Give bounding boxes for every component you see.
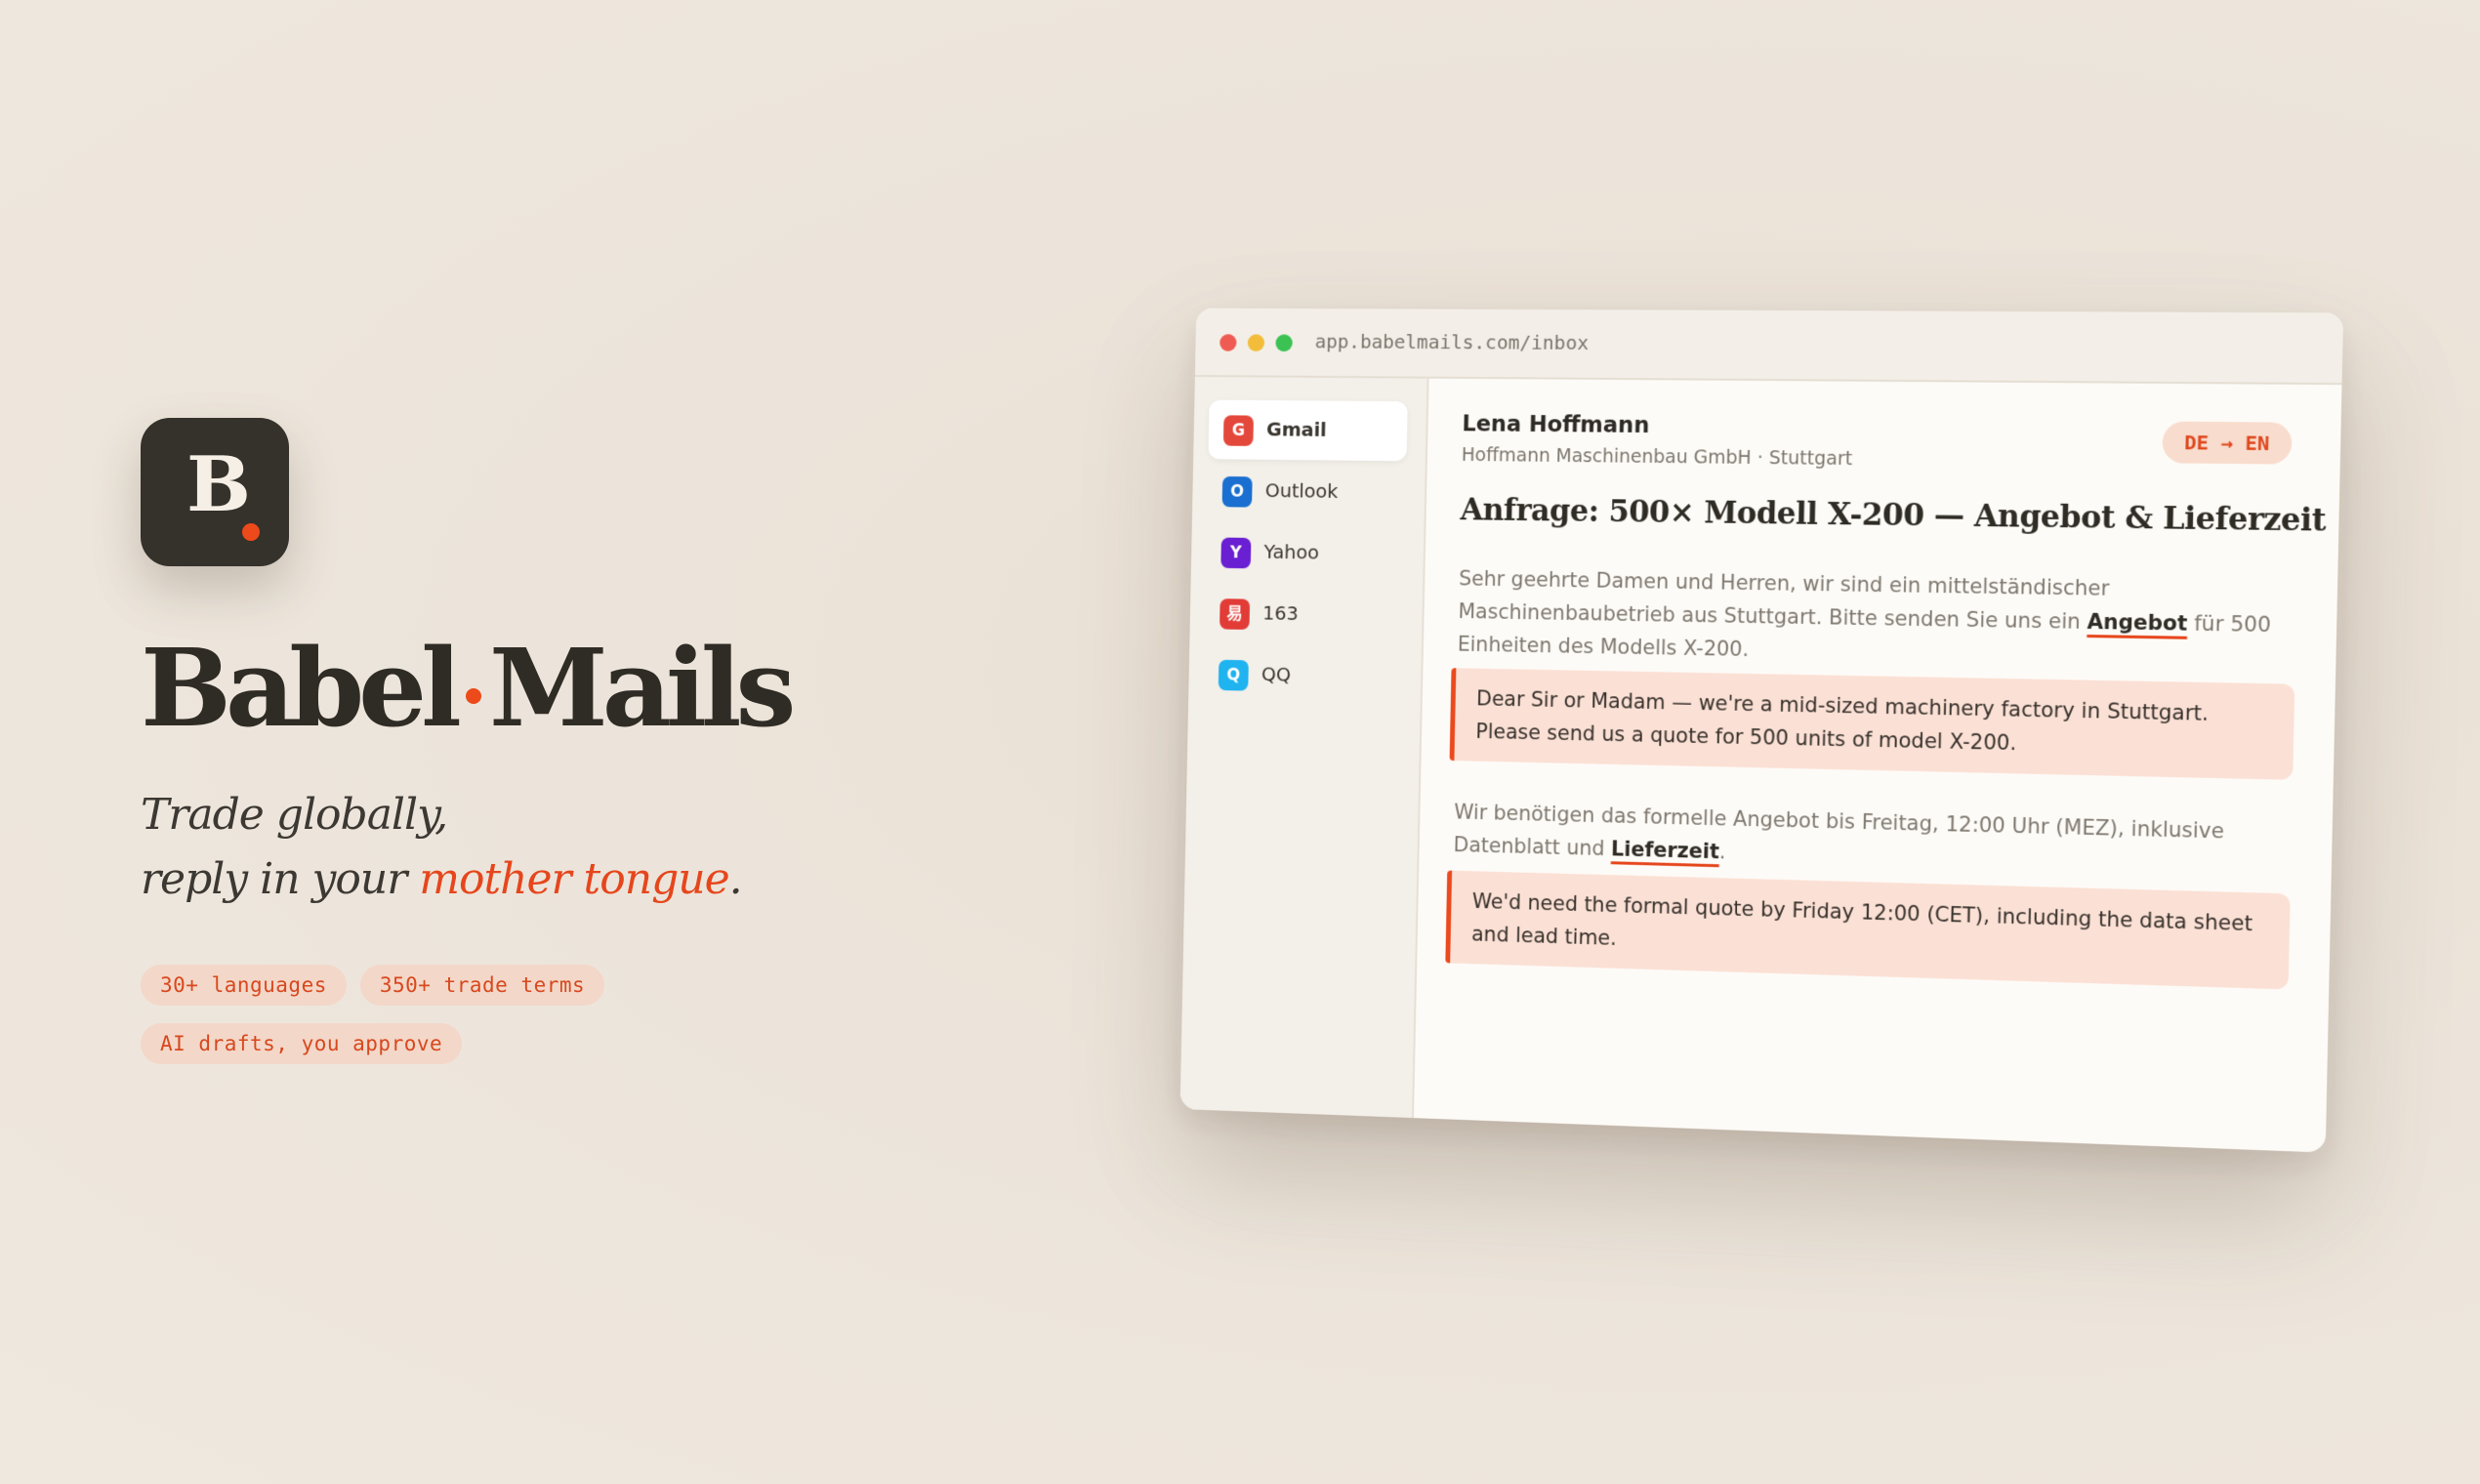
paragraph-text: . — [1719, 840, 1726, 863]
tagline-prefix: reply in your — [141, 854, 419, 904]
paragraph-text: Wir benötigen das formelle Angebot bis F… — [1453, 801, 2224, 861]
sender-name: Lena Hoffmann — [1462, 411, 1649, 438]
brand-dot — [466, 688, 481, 704]
brand-right: Mails — [489, 625, 791, 751]
account-sidebar: G Gmail O Outlook Y Yahoo 易 163 Q QQ — [1180, 377, 1429, 1118]
brand-left: Babel — [141, 625, 456, 751]
outlook-icon: O — [1222, 476, 1253, 508]
translation-block-1: Dear Sir or Madam — we're a mid-sized ma… — [1450, 668, 2295, 780]
sidebar-item-label: Outlook — [1265, 478, 1339, 502]
trade-term-lieferzeit[interactable]: Lieferzeit — [1611, 837, 1719, 863]
email-reader: Lena Hoffmann Hoffmann Maschinenbau GmbH… — [1414, 379, 2342, 1153]
qq-icon: Q — [1219, 660, 1249, 691]
sender-company: Hoffmann Maschinenbau GmbH · Stuttgart — [1462, 444, 1853, 470]
original-paragraph-1: Sehr geehrte Damen und Herren, wir sind … — [1458, 562, 2297, 677]
tagline: Trade globally, reply in your mother ton… — [141, 783, 742, 912]
browser-titlebar: app.babelmails.com/inbox — [1195, 309, 2343, 386]
sidebar-item-label: 163 — [1262, 601, 1299, 625]
app-icon: B — [141, 418, 289, 566]
maximize-window-dot[interactable] — [1275, 334, 1293, 351]
feature-pill-languages: 30+ languages — [141, 965, 347, 1006]
minimize-window-dot[interactable] — [1248, 334, 1265, 351]
sidebar-item-outlook[interactable]: O Outlook — [1207, 461, 1406, 522]
sidebar-item-label: Gmail — [1266, 418, 1327, 441]
sidebar-item-gmail[interactable]: G Gmail — [1208, 400, 1407, 462]
sidebar-item-qq[interactable]: Q QQ — [1203, 644, 1402, 708]
tagline-line2: reply in your mother tongue. — [141, 847, 742, 912]
app-icon-letter: B — [186, 447, 251, 523]
tagline-line1: Trade globally, — [141, 783, 742, 847]
address-bar-url[interactable]: app.babelmails.com/inbox — [1315, 330, 1590, 354]
gmail-icon: G — [1223, 415, 1254, 446]
language-direction-badge[interactable]: DE → EN — [2162, 422, 2293, 465]
close-window-dot[interactable] — [1219, 334, 1236, 351]
sidebar-item-label: Yahoo — [1263, 540, 1319, 563]
netease-163-icon: 易 — [1219, 598, 1250, 630]
email-subject: Anfrage: 500× Modell X-200 — Angebot & L… — [1460, 492, 2298, 538]
feature-pill-ai-drafts: AI drafts, you approve — [141, 1023, 462, 1064]
translation-block-2: We'd need the formal quote by Friday 12:… — [1445, 871, 2290, 990]
tagline-suffix: . — [729, 854, 742, 904]
sidebar-item-label: QQ — [1261, 663, 1292, 686]
browser-window: app.babelmails.com/inbox G Gmail O Outlo… — [1180, 309, 2343, 1153]
feature-pill-trade-terms: 350+ trade terms — [360, 965, 604, 1006]
trade-term-angebot[interactable]: Angebot — [2087, 610, 2187, 636]
paragraph-text: Sehr geehrte Damen und Herren, wir sind … — [1458, 567, 2109, 634]
sidebar-item-yahoo[interactable]: Y Yahoo — [1206, 522, 1405, 585]
tagline-highlight: mother tongue — [419, 854, 728, 904]
feature-pills: 30+ languages 350+ trade terms AI drafts,… — [141, 965, 687, 1082]
brand-wordmark: Babel Mails — [141, 625, 790, 752]
app-icon-dot — [242, 523, 260, 541]
sidebar-item-163[interactable]: 易 163 — [1205, 583, 1404, 645]
yahoo-icon: Y — [1220, 538, 1251, 569]
original-paragraph-2: Wir benötigen das formelle Angebot bis F… — [1453, 796, 2292, 884]
